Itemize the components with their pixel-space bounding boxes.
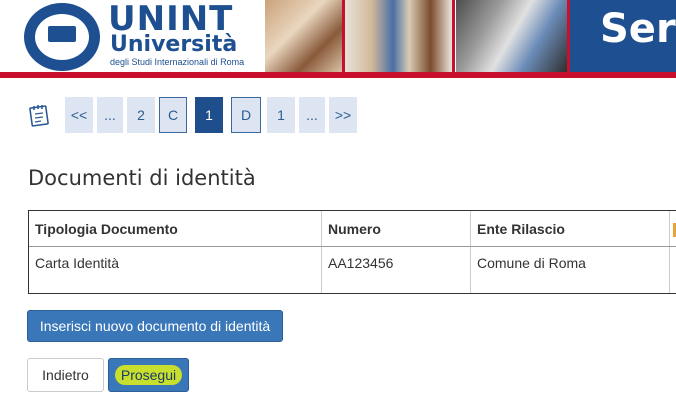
pager-step-current[interactable]: 1 [195,97,223,133]
brand-subtitle: degli Studi Internazionali di Roma [110,57,245,67]
notepad-icon [29,105,49,127]
column-divider [470,211,471,293]
next-button[interactable]: Prosegui [108,358,189,392]
header-red-bar [0,72,676,78]
cell-issuer: Comune di Roma [477,255,586,271]
pager-ellipsis[interactable]: ... [299,97,325,133]
header-banner: Ser [570,0,676,72]
page-title: Documenti di identità [28,166,256,190]
cell-document-type: Carta Identità [35,255,120,271]
documents-table: Tipologia Documento Numero Ente Rilascio… [28,210,676,294]
banner-text: Ser [600,6,676,52]
site-header: UNINT Università degli Studi Internazion… [0,0,676,78]
brand-universita: Università [110,32,238,57]
back-button[interactable]: Indietro [27,358,104,392]
pager-last[interactable]: >> [329,97,357,133]
photo-divider [452,0,455,72]
header-row-divider [29,246,676,247]
pager-step-d[interactable]: D [231,97,261,133]
pager-step-c[interactable]: C [159,97,187,133]
pager-step-1[interactable]: 1 [267,97,295,133]
column-header-document-type: Tipologia Documento [35,221,178,237]
next-button-label: Prosegui [114,365,183,385]
pager-first[interactable]: << [65,97,93,133]
add-identity-document-button[interactable]: Inserisci nuovo documento di identità [27,310,283,342]
seal-book-icon [48,26,76,42]
header-photo-students-group [345,0,452,72]
pager-ellipsis[interactable]: ... [97,97,123,133]
university-seal-logo[interactable] [24,3,100,71]
header-photo-students-studying [265,0,342,72]
column-header-issuer: Ente Rilascio [477,221,565,237]
column-divider [321,211,322,293]
header-photo-teacher-student [456,0,567,72]
column-divider [669,211,670,293]
column-header-number: Numero [328,221,381,237]
pager-step-2[interactable]: 2 [127,97,155,133]
cell-number: AA123456 [328,255,394,271]
